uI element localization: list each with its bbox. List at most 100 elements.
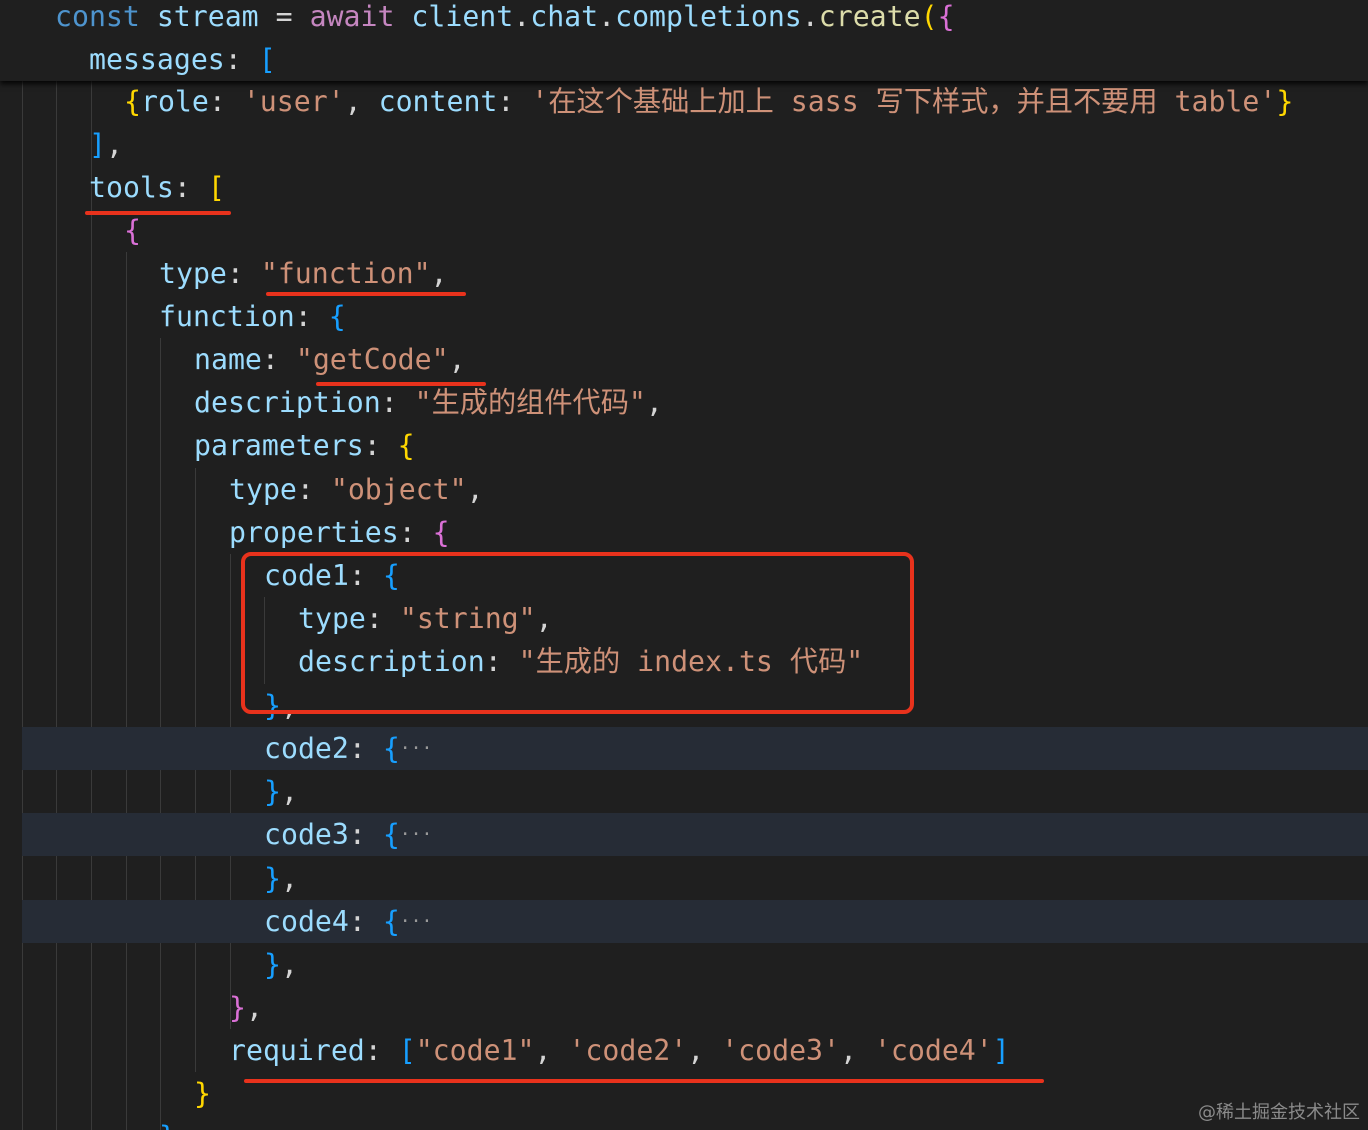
code-token: : — [497, 85, 532, 118]
code-line-12[interactable]: type: "object", — [229, 468, 484, 511]
code-token: = — [275, 0, 310, 33]
code-token: code2 — [264, 732, 349, 765]
code-token: : — [348, 818, 383, 851]
folded-line-highlight — [22, 813, 1368, 856]
code-line-26[interactable]: } — [194, 1072, 211, 1115]
code-token: { — [432, 516, 450, 549]
code-line-22[interactable]: code4: {··· — [264, 900, 432, 943]
code-token: } — [264, 775, 281, 808]
code-token: , — [430, 257, 448, 290]
code-token: chat — [530, 0, 599, 33]
indent-guide — [91, 81, 92, 1130]
code-line-23[interactable]: }, — [264, 943, 298, 986]
code-token: : — [173, 171, 208, 204]
code-line-21[interactable]: }, — [264, 857, 298, 900]
folded-ellipsis[interactable]: ··· — [400, 911, 433, 932]
code-token: : — [296, 473, 331, 506]
code-token: role — [140, 85, 209, 118]
code-line-27[interactable]: } — [159, 1115, 176, 1130]
code-token: messages — [89, 43, 225, 76]
code-token: { — [328, 300, 346, 333]
code-token: , — [448, 343, 466, 376]
code-token: : — [398, 516, 433, 549]
code-token: : — [226, 257, 261, 290]
code-token: } — [264, 948, 281, 981]
code-token: { — [397, 429, 415, 462]
code-line-18[interactable]: code2: {··· — [264, 727, 432, 770]
watermark: @稀土掘金技术社区 — [1198, 1102, 1360, 1123]
code-token: 'code3' — [721, 1034, 840, 1067]
code-line-10[interactable]: description: "生成的组件代码", — [194, 381, 663, 424]
code-token: type — [159, 257, 227, 290]
sticky-scroll-header[interactable]: const stream = await client.chat.complet… — [0, 0, 1368, 81]
code-token: required — [229, 1034, 365, 1067]
code-token: ] — [992, 1034, 1010, 1067]
underline-getcode — [316, 382, 486, 386]
code-token: [ — [207, 171, 225, 204]
code-token: 'code2' — [568, 1034, 688, 1067]
code-token: client — [411, 0, 514, 33]
code-token: parameters — [194, 429, 364, 462]
code-token: function — [159, 300, 295, 333]
code-token: "getCode" — [295, 343, 449, 376]
code-token: : — [208, 85, 243, 118]
code-token: code4 — [264, 905, 349, 938]
code-token: : — [380, 386, 415, 419]
code-token: : — [294, 300, 329, 333]
code-token: "生成的组件代码" — [414, 386, 646, 419]
code-line-9[interactable]: name: "getCode", — [194, 338, 466, 381]
code-line-2[interactable]: messages: [ — [89, 38, 276, 81]
code-token: , — [280, 948, 298, 981]
code-token: "code1" — [415, 1034, 535, 1067]
indent-guide — [230, 554, 231, 1029]
code-token: , — [105, 128, 123, 161]
code-token: : — [363, 429, 398, 462]
code-line-25[interactable]: required: ["code1", 'code2', 'code3', 'c… — [229, 1029, 1010, 1072]
code-line-1[interactable]: const stream = await client.chat.complet… — [55, 0, 955, 38]
code-token: completions — [615, 0, 802, 33]
code-token: , — [466, 473, 484, 506]
code-token: , — [687, 1034, 722, 1067]
folded-ellipsis[interactable]: ··· — [400, 824, 433, 845]
code-token: : — [348, 732, 383, 765]
code-line-5[interactable]: tools: [ — [89, 166, 225, 209]
code-token: , — [840, 1034, 874, 1067]
code-token: { — [382, 732, 400, 765]
code-token: description — [194, 386, 381, 419]
code-token: 'user' — [242, 85, 345, 118]
code-token: { — [937, 0, 955, 33]
code-line-11[interactable]: parameters: { — [194, 424, 415, 467]
code-token: , — [344, 85, 379, 118]
code-token: : — [348, 905, 383, 938]
code-line-20[interactable]: code3: {··· — [264, 813, 432, 856]
code-token: "function" — [260, 257, 431, 290]
code-token: } — [264, 862, 281, 895]
code-token: content — [378, 85, 498, 118]
code-line-6[interactable]: { — [124, 209, 141, 252]
code-line-4[interactable]: ], — [89, 123, 123, 166]
code-token: await — [309, 0, 412, 33]
code-token: , — [645, 386, 663, 419]
indent-guide — [56, 81, 57, 1130]
code-editor[interactable]: { role: 'user', content: '在这个基础上加上 sass 写… — [0, 0, 1368, 1130]
code-line-8[interactable]: function: { — [159, 295, 346, 338]
code-line-13[interactable]: properties: { — [229, 511, 450, 554]
code-token: { — [382, 818, 400, 851]
code-token: { — [124, 214, 141, 247]
underline-tools — [85, 211, 231, 215]
code-token: ] — [89, 128, 106, 161]
code-token: , — [534, 1034, 569, 1067]
folded-ellipsis[interactable]: ··· — [400, 738, 433, 759]
code-token: create — [818, 0, 921, 33]
code-token: properties — [229, 516, 399, 549]
code-line-3[interactable]: {role: 'user', content: '在这个基础上加上 sass 写… — [124, 80, 1293, 123]
code-token: : — [364, 1034, 399, 1067]
code-line-7[interactable]: type: "function", — [159, 252, 448, 295]
code-line-19[interactable]: }, — [264, 770, 298, 813]
code-token: 'code4' — [873, 1034, 993, 1067]
code-token: type — [229, 473, 297, 506]
code-token: } — [159, 1120, 176, 1130]
code-token: '在这个基础上加上 sass 写下样式，并且不要用 table' — [531, 85, 1277, 118]
code-line-24[interactable]: }, — [229, 986, 263, 1029]
code-token: : — [261, 343, 296, 376]
